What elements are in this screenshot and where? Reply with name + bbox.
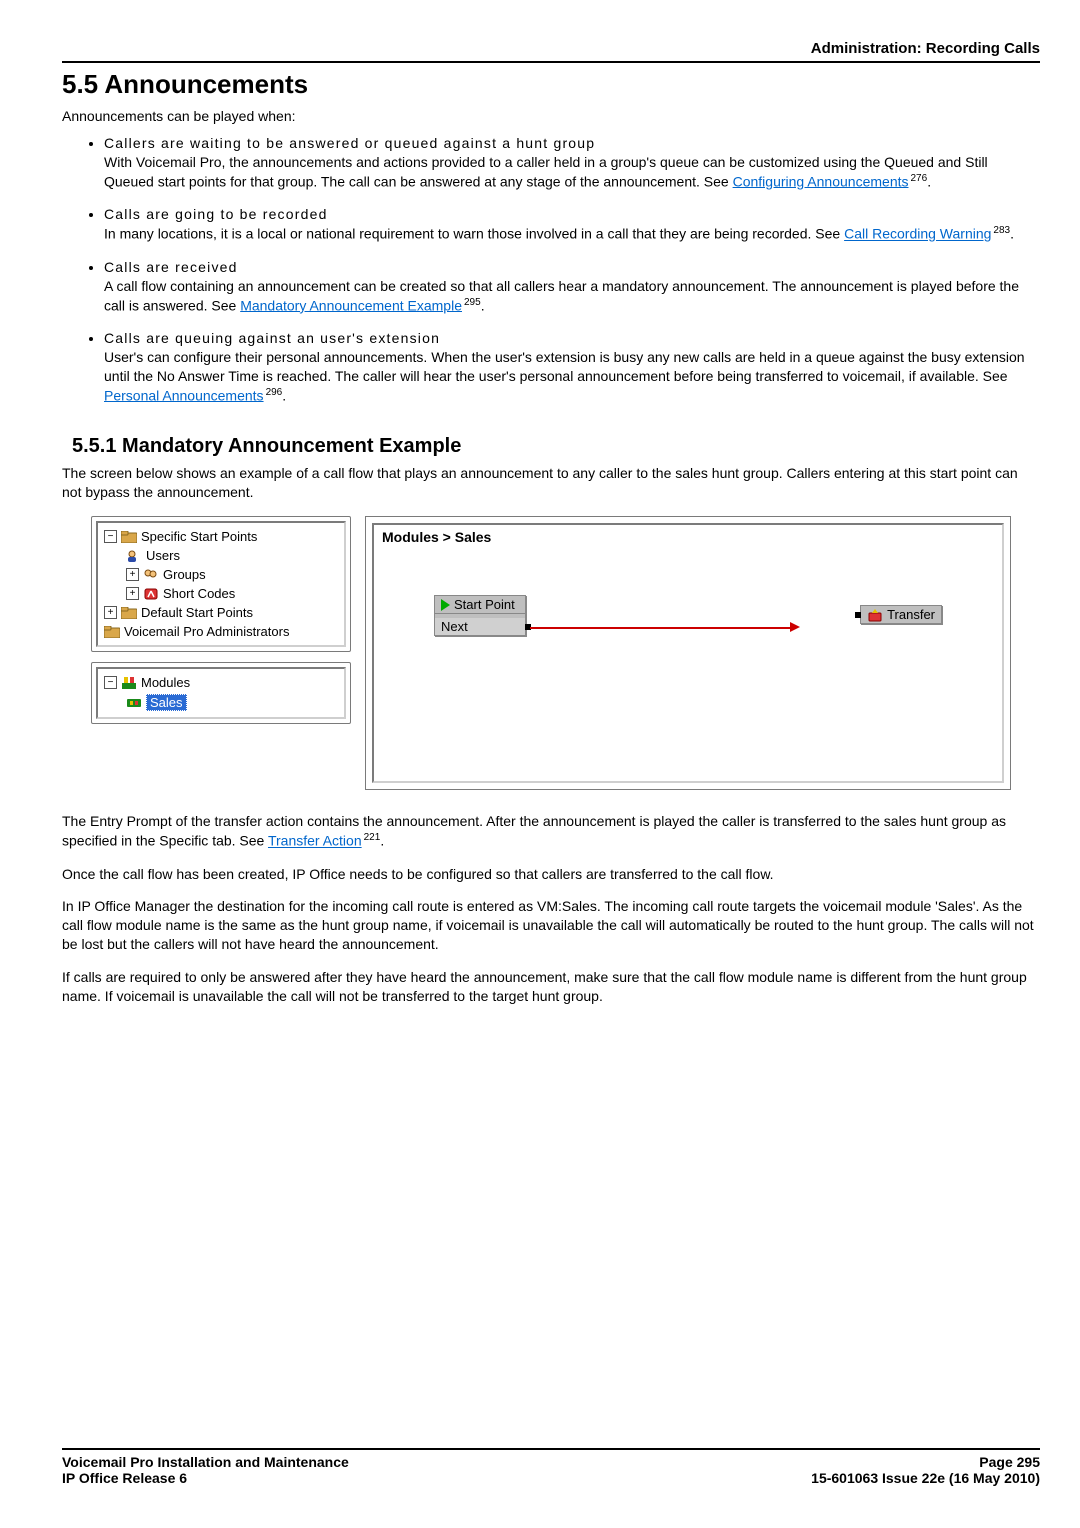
link-call-recording-warning[interactable]: Call Recording Warning <box>844 226 991 242</box>
tree-label: Short Codes <box>163 586 235 601</box>
footer-right-1: Page 295 <box>979 1454 1040 1470</box>
node-label: Transfer <box>887 607 935 622</box>
page-ref: 221 <box>364 832 381 843</box>
bullet-lead: Callers are waiting to be answered or qu… <box>104 135 595 151</box>
users-icon <box>126 549 142 563</box>
body-paragraph: Once the call flow has been created, IP … <box>62 865 1040 884</box>
subsection-intro: The screen below shows an example of a c… <box>62 464 1040 502</box>
footer-left-1: Voicemail Pro Installation and Maintenan… <box>62 1454 349 1470</box>
bullets-list: Callers are waiting to be answered or qu… <box>62 134 1040 405</box>
callflow-panel: Modules > Sales Start Point Next Transfe… <box>365 516 1011 790</box>
page-footer: Voicemail Pro Installation and Maintenan… <box>62 1448 1040 1486</box>
flow-connector <box>530 627 790 629</box>
intro-text: Announcements can be played when: <box>62 108 1040 124</box>
bullet-lead: Calls are going to be recorded <box>104 206 328 222</box>
body-paragraph: In IP Office Manager the destination for… <box>62 897 1040 954</box>
top-rule <box>62 61 1040 63</box>
tree-label: Users <box>146 548 180 563</box>
tree-collapse-icon[interactable]: − <box>104 530 117 543</box>
page-ref: 283 <box>993 225 1010 236</box>
tree-label-selected: Sales <box>146 694 187 711</box>
bullet-item: Calls are going to be recorded In many l… <box>104 205 1040 243</box>
shortcodes-icon <box>143 587 159 601</box>
tree-label: Specific Start Points <box>141 529 257 544</box>
screenshot-diagram: − Specific Start Points Users + Groups <box>91 516 1011 790</box>
connector-pin <box>855 612 861 618</box>
body-paragraph: If calls are required to only be answere… <box>62 968 1040 1006</box>
link-personal-announcements[interactable]: Personal Announcements <box>104 387 264 403</box>
bullet-body: In many locations, it is a local or nati… <box>104 226 844 242</box>
flow-node-start[interactable]: Start Point Next <box>434 595 526 636</box>
tree-expand-icon[interactable]: + <box>104 606 117 619</box>
bullet-body-post: . <box>481 297 485 313</box>
tree-collapse-icon[interactable]: − <box>104 676 117 689</box>
page-ref: 295 <box>464 297 481 308</box>
groups-icon <box>143 568 159 582</box>
folder-icon <box>121 606 137 620</box>
transfer-icon <box>867 608 883 622</box>
footer-left-2: IP Office Release 6 <box>62 1470 187 1486</box>
running-head: Administration: Recording Calls <box>62 40 1040 57</box>
bullet-item: Calls are queuing against an user's exte… <box>104 329 1040 405</box>
tree-panel-startpoints: − Specific Start Points Users + Groups <box>91 516 351 652</box>
tree-node[interactable]: + Short Codes <box>104 584 338 603</box>
tree-panel-modules: − Modules Sales <box>91 662 351 724</box>
play-icon <box>441 599 450 611</box>
page-ref: 276 <box>911 173 928 184</box>
tree-node[interactable]: + Default Start Points <box>104 603 338 622</box>
tree-node[interactable]: Voicemail Pro Administrators <box>104 622 338 641</box>
tree-label: Default Start Points <box>141 605 253 620</box>
flow-breadcrumb: Modules > Sales <box>382 529 994 545</box>
tree-node[interactable]: − Modules <box>104 673 338 692</box>
footer-right-2: 15-601063 Issue 22e (16 May 2010) <box>811 1470 1040 1486</box>
node-label: Start Point <box>454 597 515 612</box>
section-title: 5.5 Announcements <box>62 69 1040 100</box>
bullet-lead: Calls are received <box>104 259 238 275</box>
link-configuring-announcements[interactable]: Configuring Announcements <box>733 173 909 189</box>
folder-icon <box>121 530 137 544</box>
module-icon <box>126 696 142 710</box>
bullet-body-post: . <box>1010 226 1014 242</box>
tree-node[interactable]: − Specific Start Points <box>104 527 338 546</box>
bullet-body-post: . <box>927 173 931 189</box>
tree-node-selected[interactable]: Sales <box>104 692 338 713</box>
bullet-item: Callers are waiting to be answered or qu… <box>104 134 1040 191</box>
tree-label: Voicemail Pro Administrators <box>124 624 289 639</box>
tree-node[interactable]: Users <box>104 546 338 565</box>
link-mandatory-announcement-example[interactable]: Mandatory Announcement Example <box>240 297 462 313</box>
tree-label: Modules <box>141 675 190 690</box>
modules-icon <box>121 676 137 690</box>
bullet-item: Calls are received A call flow containin… <box>104 258 1040 315</box>
bullet-body-post: . <box>282 387 286 403</box>
body-paragraph: The Entry Prompt of the transfer action … <box>62 812 1040 850</box>
text: The Entry Prompt of the transfer action … <box>62 813 1006 849</box>
node-sublabel: Next <box>441 619 468 634</box>
tree-node[interactable]: + Groups <box>104 565 338 584</box>
tree-label: Groups <box>163 567 206 582</box>
bullet-body: User's can configure their personal anno… <box>104 349 1025 384</box>
tree-expand-icon[interactable]: + <box>126 568 139 581</box>
flow-arrowhead-icon <box>790 622 800 632</box>
folder-icon <box>104 625 120 639</box>
tree-expand-icon[interactable]: + <box>126 587 139 600</box>
link-transfer-action[interactable]: Transfer Action <box>268 833 362 849</box>
subsection-title: 5.5.1 Mandatory Announcement Example <box>72 435 1040 458</box>
bullet-lead: Calls are queuing against an user's exte… <box>104 330 440 346</box>
flow-node-transfer[interactable]: Transfer <box>860 605 942 624</box>
page-ref: 296 <box>266 387 283 398</box>
text: . <box>380 833 384 849</box>
